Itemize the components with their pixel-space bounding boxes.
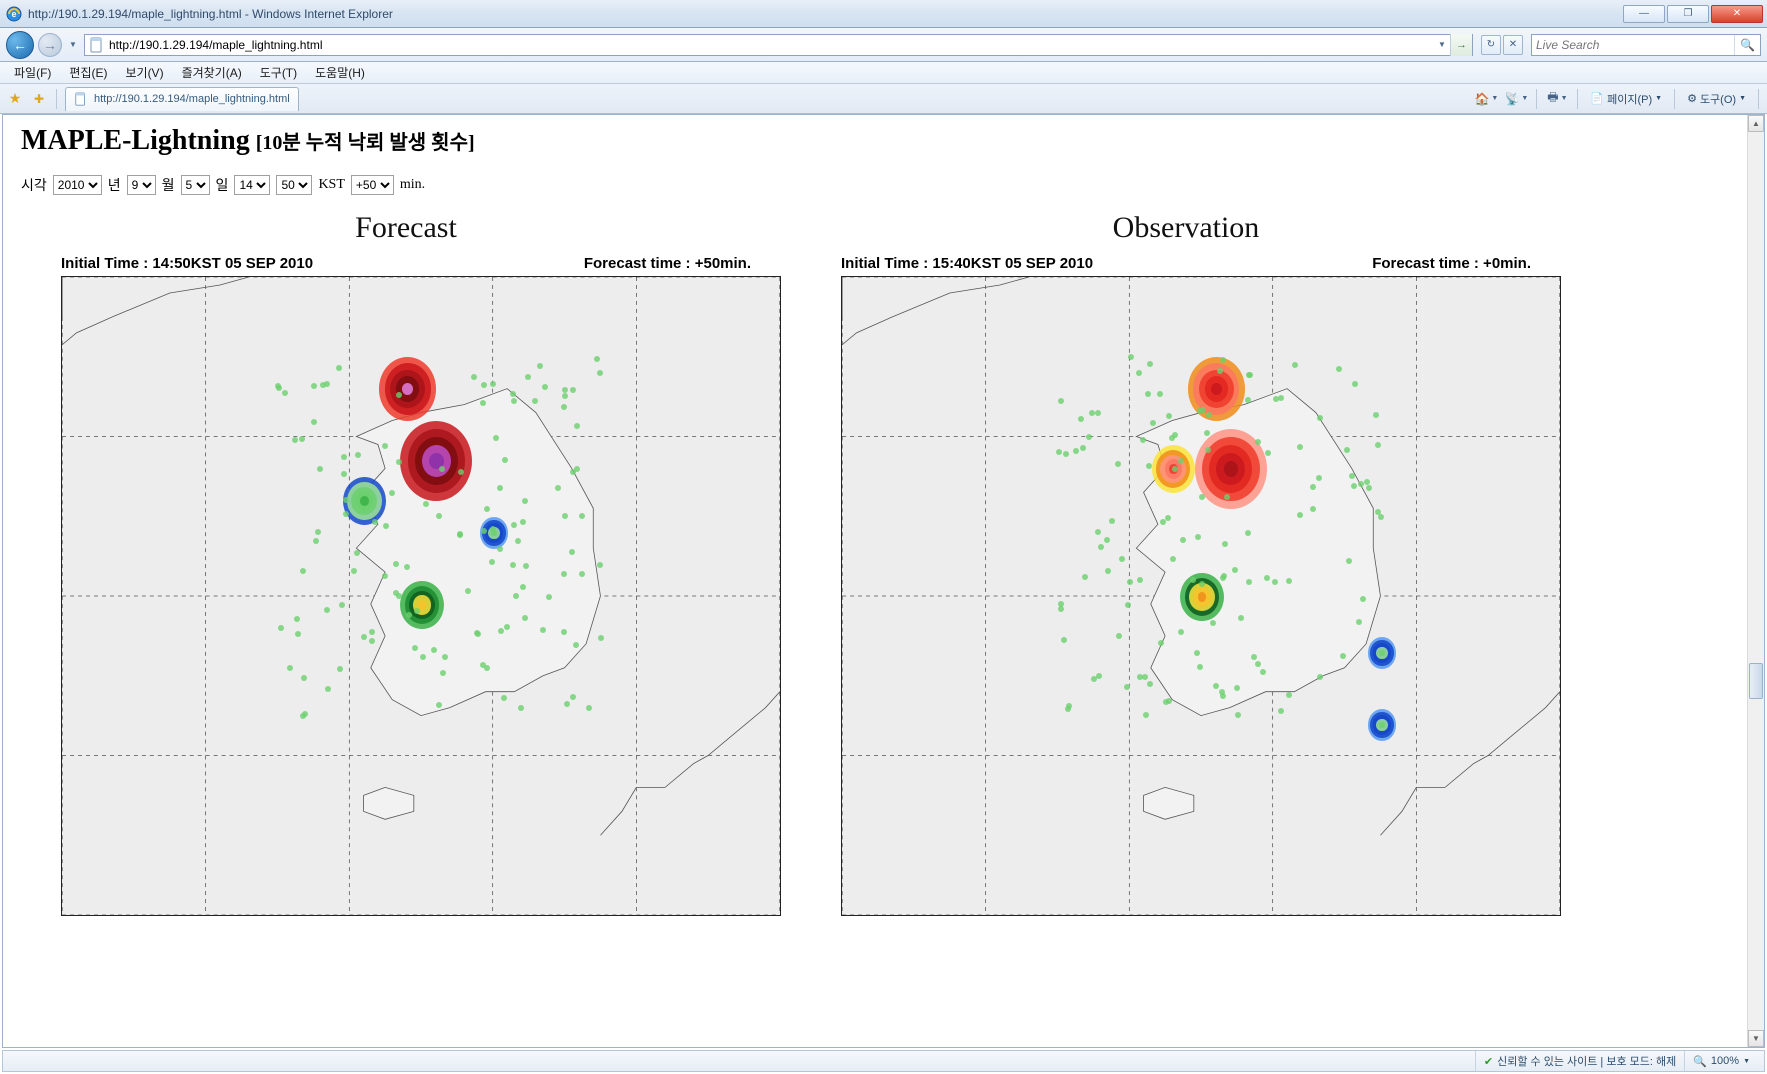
forecast-initial-time: Initial Time : 14:50KST 05 SEP 2010 [61,255,313,272]
zoom-control[interactable]: 🔍 100% ▼ [1684,1051,1758,1071]
observation-title: Observation [801,211,1571,245]
url-input[interactable] [109,35,1434,55]
zoom-icon: 🔍 [1693,1055,1707,1068]
refresh-button[interactable]: ↻ [1481,35,1501,55]
hour-select[interactable]: 14 [234,175,270,195]
vertical-scrollbar[interactable]: ▲ ▼ [1747,115,1764,1047]
separator [1577,89,1578,109]
page-icon [74,92,88,106]
go-button[interactable]: → [1450,34,1472,56]
command-bar: ★ ✚ http://190.1.29.194/maple_lightning.… [0,84,1767,114]
add-favorite-icon[interactable]: ✚ [30,90,48,108]
stop-button[interactable]: ✕ [1503,35,1523,55]
separator [1758,89,1759,109]
nav-history-dropdown[interactable]: ▼ [66,32,80,58]
time-label: 시각 [21,175,47,195]
titlebar: e http://190.1.29.194/maple_lightning.ht… [0,0,1767,28]
tz-label: KST [318,177,344,193]
page-menu-label: 페이지(P) [1607,91,1652,107]
page-subheading: [10분 누적 낙뢰 발생 횟수] [256,132,475,154]
minute-select[interactable]: 50 [276,175,312,195]
checkmark-icon: ✔ [1484,1055,1493,1068]
menu-favorites[interactable]: 즐겨찾기(A) [174,62,250,83]
observation-lead-time: Forecast time : +0min. [1372,255,1531,272]
menu-help[interactable]: 도움말(H) [307,62,373,83]
zoom-label: 100% [1711,1055,1739,1067]
status-bar: ✔ 신뢰할 수 있는 사이트 | 보호 모드: 해제 🔍 100% ▼ [2,1050,1765,1072]
window-title: http://190.1.29.194/maple_lightning.html… [28,7,1623,21]
separator [56,89,57,109]
day-select[interactable]: 5 [181,175,210,195]
observation-initial-time: Initial Time : 15:40KST 05 SEP 2010 [841,255,1093,272]
month-select[interactable]: 9 [127,175,156,195]
scroll-thumb[interactable] [1749,663,1763,699]
search-button[interactable]: 🔍 [1734,35,1760,55]
print-button[interactable]: 🖶▼ [1545,88,1569,110]
year-select[interactable]: 2010 [53,175,102,195]
forward-button[interactable]: → [38,33,62,57]
browser-tab[interactable]: http://190.1.29.194/maple_lightning.html [65,87,299,111]
forecast-frame: Initial Time : 14:50KST 05 SEP 2010 Fore… [21,255,781,995]
page-icon [89,37,105,53]
back-button[interactable]: ← [6,31,34,59]
day-unit: 일 [216,175,229,195]
menu-file[interactable]: 파일(F) [6,62,59,83]
month-unit: 월 [162,175,175,195]
ie-icon: e [6,6,22,22]
tab-label: http://190.1.29.194/maple_lightning.html [94,93,290,105]
observation-map: 40°N38°N36°N34°N32°N122°E124°E126°E128°E… [841,276,1561,916]
home-button[interactable]: 🏠▼ [1474,88,1498,110]
tools-menu-label: 도구(O) [1700,91,1736,107]
forecast-column: Forecast Initial Time : 14:50KST 05 SEP … [21,205,791,995]
forecast-title: Forecast [21,211,791,245]
forecast-lead-time: Forecast time : +50min. [584,255,751,272]
menu-edit[interactable]: 편집(E) [61,62,115,83]
separator [1536,89,1537,109]
page-menu[interactable]: 📄 페이지(P) ▼ [1586,91,1666,107]
time-controls: 시각 2010 년 9 월 5 일 14 50 KST +50 min. [21,175,1746,195]
security-zone[interactable]: ✔ 신뢰할 수 있는 사이트 | 보호 모드: 해제 [1475,1051,1684,1071]
page-content: MAPLE-Lightning [10분 누적 낙뢰 발생 횟수] 시각 2010… [3,115,1764,1005]
navbar: ← → ▼ ▼ → ↻ ✕ 🔍 [0,28,1767,62]
menubar: 파일(F) 편집(E) 보기(V) 즐겨찾기(A) 도구(T) 도움말(H) [0,62,1767,84]
tools-menu[interactable]: ⚙ 도구(O) ▼ [1683,91,1750,107]
year-unit: 년 [108,175,121,195]
page-heading: MAPLE-Lightning [21,125,250,156]
minimize-button[interactable]: — [1623,5,1665,23]
maps-row: Forecast Initial Time : 14:50KST 05 SEP … [21,205,1746,995]
close-button[interactable]: ✕ [1711,5,1763,23]
menu-tools[interactable]: 도구(T) [252,62,305,83]
search-input[interactable] [1532,35,1734,55]
address-bar[interactable]: ▼ → [84,34,1473,56]
svg-text:e: e [11,9,16,19]
search-bar[interactable]: 🔍 [1531,34,1761,56]
scroll-up-button[interactable]: ▲ [1748,115,1764,132]
observation-column: Observation Initial Time : 15:40KST 05 S… [801,205,1571,995]
feeds-button[interactable]: 📡▼ [1504,88,1528,110]
address-dropdown[interactable]: ▼ [1434,40,1450,49]
security-zone-label: 신뢰할 수 있는 사이트 | 보호 모드: 해제 [1497,1053,1676,1069]
separator [1674,89,1675,109]
maximize-button[interactable]: ❐ [1667,5,1709,23]
favorites-star-icon[interactable]: ★ [6,90,24,108]
forecast-map: 40°N38°N36°N34°N32°N122°E124°E126°E128°E… [61,276,781,916]
observation-frame: Initial Time : 15:40KST 05 SEP 2010 Fore… [801,255,1561,995]
viewport: MAPLE-Lightning [10분 누적 낙뢰 발생 횟수] 시각 2010… [2,114,1765,1048]
menu-view[interactable]: 보기(V) [117,62,171,83]
offset-select[interactable]: +50 [351,175,394,195]
offset-unit: min. [400,177,425,193]
scroll-down-button[interactable]: ▼ [1748,1030,1764,1047]
